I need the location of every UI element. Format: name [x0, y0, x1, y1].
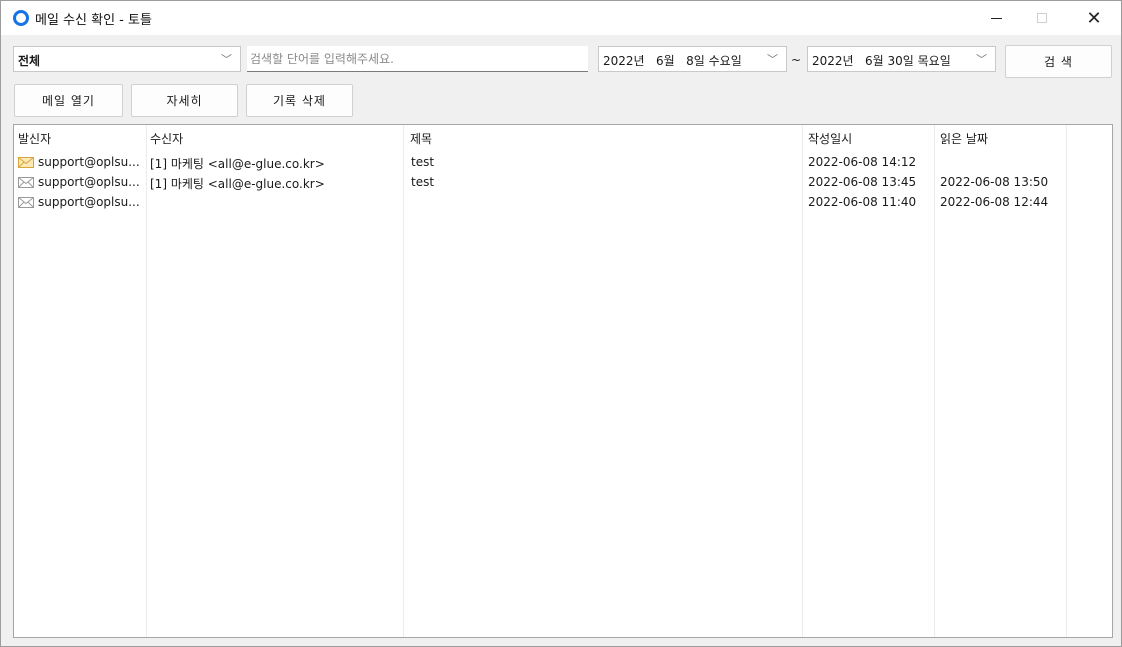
close-button[interactable]: ✕	[1071, 1, 1117, 35]
minimize-icon	[990, 17, 1002, 19]
app-logo-icon	[13, 10, 29, 26]
delete-history-button[interactable]: 기록 삭제	[246, 84, 353, 117]
sender-cell: support@oplsu...	[38, 195, 140, 209]
recipient-cell: [1] 마케팅 <all@e-glue.co.kr>	[150, 157, 325, 171]
recipient-cell: [1] 마케팅 <all@e-glue.co.kr>	[150, 177, 325, 191]
filter-value: 전체	[18, 54, 41, 68]
detail-button[interactable]: 자세히	[131, 84, 238, 117]
minimize-button[interactable]	[973, 1, 1019, 35]
filter-dropdown[interactable]: 전체 ﹀	[13, 46, 241, 72]
read-envelope-icon	[18, 197, 34, 208]
close-icon: ✕	[1086, 7, 1102, 29]
column-header-written[interactable]: 작성일시	[808, 130, 852, 147]
read-envelope-icon	[18, 177, 34, 188]
subject-cell: test	[411, 175, 435, 189]
written-date-cell: 2022-06-08 11:40	[808, 195, 917, 209]
search-input[interactable]	[247, 46, 588, 72]
unread-envelope-icon	[18, 157, 34, 168]
read-date-cell: 2022-06-08 12:44	[940, 195, 1049, 209]
maximize-icon	[1037, 13, 1047, 23]
window-title: 메일 수신 확인 - 토틀	[35, 13, 152, 28]
chevron-down-icon: ﹀	[767, 53, 778, 66]
end-date-picker[interactable]: 2022년 6월 30일 목요일 ﹀	[807, 46, 996, 72]
start-date-value: 2022년 6월 8일 수요일	[603, 54, 742, 68]
chevron-down-icon: ﹀	[976, 53, 987, 66]
open-mail-button[interactable]: 메일 열기	[14, 84, 123, 117]
table-row[interactable]: support@oplsu... [1] 마케팅 <all@e-glue.co.…	[14, 152, 1112, 172]
date-range-separator: ~	[791, 53, 802, 67]
start-date-picker[interactable]: 2022년 6월 8일 수요일 ﹀	[598, 46, 787, 72]
written-date-cell: 2022-06-08 14:12	[808, 155, 917, 169]
sender-cell: support@oplsu...	[38, 175, 140, 189]
table-row[interactable]: support@oplsu... 2022-06-08 11:40 2022-0…	[14, 192, 1112, 212]
maximize-button[interactable]	[1019, 1, 1065, 35]
title-bar: 메일 수신 확인 - 토틀 ✕	[1, 1, 1121, 35]
column-header-sender[interactable]: 발신자	[18, 130, 51, 147]
sender-cell: support@oplsu...	[38, 155, 140, 169]
table-row[interactable]: support@oplsu... [1] 마케팅 <all@e-glue.co.…	[14, 172, 1112, 192]
written-date-cell: 2022-06-08 13:45	[808, 175, 917, 189]
mail-list[interactable]: 발신자 수신자 제목 작성일시 읽은 날짜 support@oplsu... […	[13, 124, 1113, 638]
column-header-read-date[interactable]: 읽은 날짜	[940, 130, 988, 147]
read-date-cell: 2022-06-08 13:50	[940, 175, 1049, 189]
search-button[interactable]: 검 색	[1005, 45, 1112, 78]
end-date-value: 2022년 6월 30일 목요일	[812, 54, 951, 68]
mail-receipt-window: 메일 수신 확인 - 토틀 ✕ 전체 ﹀ 2022년 6월 8일 수요일 ﹀ ~…	[0, 0, 1122, 647]
subject-cell: test	[411, 155, 435, 169]
column-header-subject[interactable]: 제목	[410, 130, 432, 147]
column-header-recipient[interactable]: 수신자	[150, 130, 183, 147]
chevron-down-icon: ﹀	[221, 53, 232, 66]
